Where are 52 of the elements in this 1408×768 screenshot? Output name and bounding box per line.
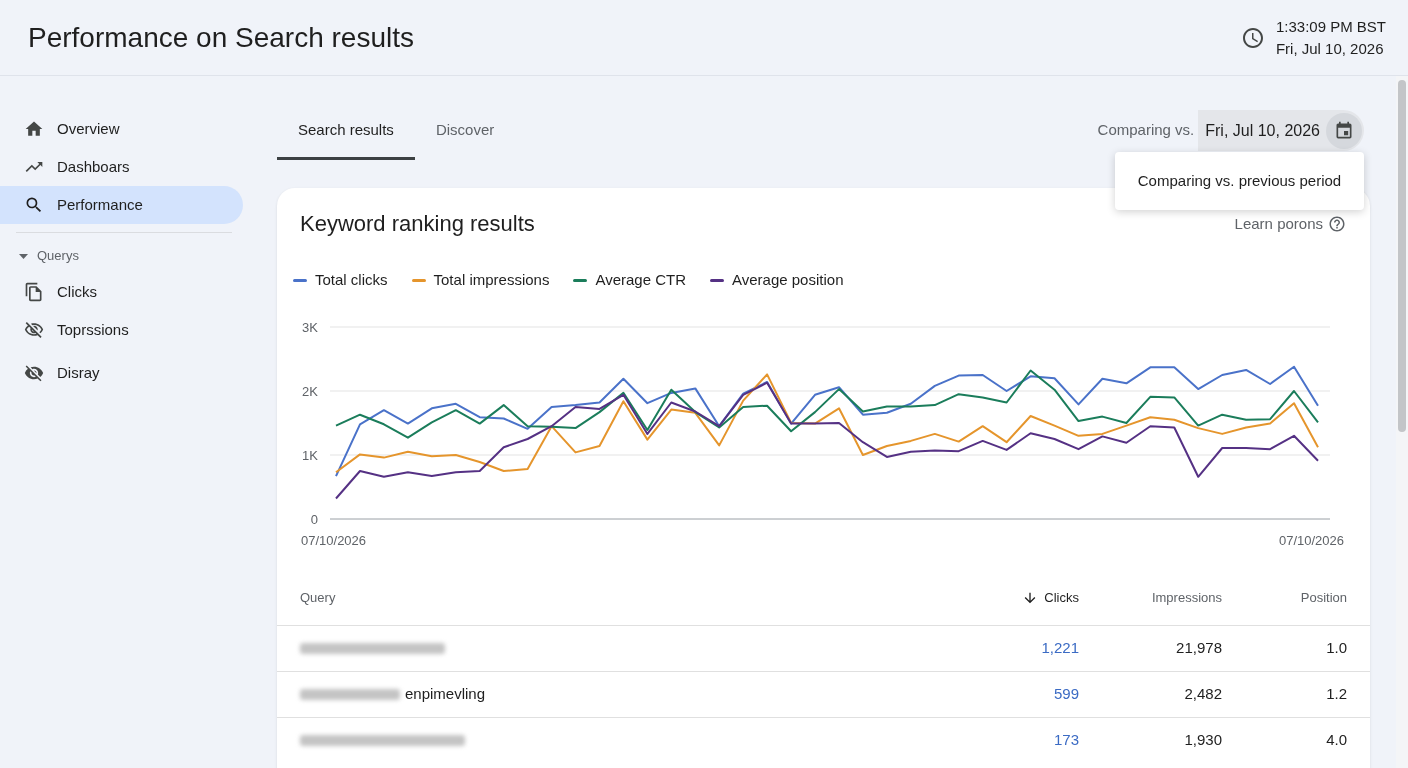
table-cell-text: 1.0 bbox=[1326, 638, 1347, 659]
tooltip: Comparing vs. previous period bbox=[1115, 152, 1364, 210]
table-cell-text: 1.2 bbox=[1326, 684, 1347, 705]
clock-icon bbox=[1240, 25, 1265, 50]
column-header[interactable]: Query bbox=[300, 588, 336, 608]
help-link[interactable]: Learn porons bbox=[1234, 212, 1346, 236]
eye-off-icon bbox=[24, 363, 44, 383]
home-icon bbox=[24, 119, 44, 139]
time-text: 1:33:09 PM BST bbox=[1275, 16, 1386, 37]
calendar-button[interactable] bbox=[1326, 112, 1362, 149]
nav-item[interactable]: Performance bbox=[0, 186, 243, 224]
axis-label: 07/10/2026 bbox=[1278, 533, 1344, 548]
table-cell-text: 1,221 bbox=[1041, 638, 1079, 659]
column-header[interactable]: Impressions bbox=[1151, 588, 1222, 608]
table-cell-text: 21,978 bbox=[1176, 638, 1222, 659]
legend-label: Total clicks bbox=[315, 269, 388, 290]
table-cell-text: 173 bbox=[1053, 730, 1079, 751]
legend-label: Average CTR bbox=[595, 269, 686, 290]
date-button[interactable]: Fri, Jul 10, 2026 bbox=[1198, 110, 1326, 151]
eye-off-icon bbox=[24, 320, 44, 340]
nav-item[interactable]: Clicks bbox=[0, 273, 243, 311]
table-cell-text: 1,930 bbox=[1184, 730, 1222, 751]
axis-label: 3K bbox=[302, 319, 318, 335]
caret-icon bbox=[19, 253, 28, 259]
section-toggle[interactable]: Querys bbox=[0, 244, 79, 268]
query-text: enpimevling bbox=[405, 684, 486, 705]
table-cell-text: 599 bbox=[1053, 684, 1079, 705]
nav-item[interactable]: Toprssions bbox=[0, 311, 243, 349]
card-title: Keyword ranking results bbox=[300, 210, 535, 238]
nav-item[interactable]: Disray bbox=[0, 354, 243, 392]
compare-label: Comparing vs. bbox=[1097, 120, 1195, 141]
date-text: Fri, Jul 10, 2026 bbox=[1275, 38, 1385, 59]
axis-label: 0 bbox=[310, 511, 318, 527]
nav-item[interactable]: Overview bbox=[0, 110, 243, 148]
legend-label: Average position bbox=[732, 269, 844, 290]
nav-item[interactable]: Dashboars bbox=[0, 148, 243, 186]
page-title: Performance on Search results bbox=[28, 20, 414, 55]
table-cell-text: 4.0 bbox=[1326, 730, 1347, 751]
axis-label: 2K bbox=[302, 383, 318, 399]
calendar-icon bbox=[1334, 120, 1354, 141]
axis-label: 1K bbox=[302, 447, 318, 463]
table-cell-text: 2,482 bbox=[1184, 684, 1222, 705]
tab[interactable]: Discover bbox=[414, 104, 516, 160]
tab[interactable]: Search results bbox=[277, 104, 415, 160]
axis-label: 07/10/2026 bbox=[301, 533, 367, 548]
scrollbar[interactable] bbox=[1396, 76, 1408, 768]
legend-label: Total impressions bbox=[433, 269, 550, 290]
help-icon bbox=[1328, 215, 1346, 233]
search-icon bbox=[24, 195, 44, 215]
column-header[interactable]: Clicks bbox=[1022, 588, 1079, 608]
column-header[interactable]: Position bbox=[1300, 588, 1347, 608]
copy-icon bbox=[24, 282, 44, 302]
